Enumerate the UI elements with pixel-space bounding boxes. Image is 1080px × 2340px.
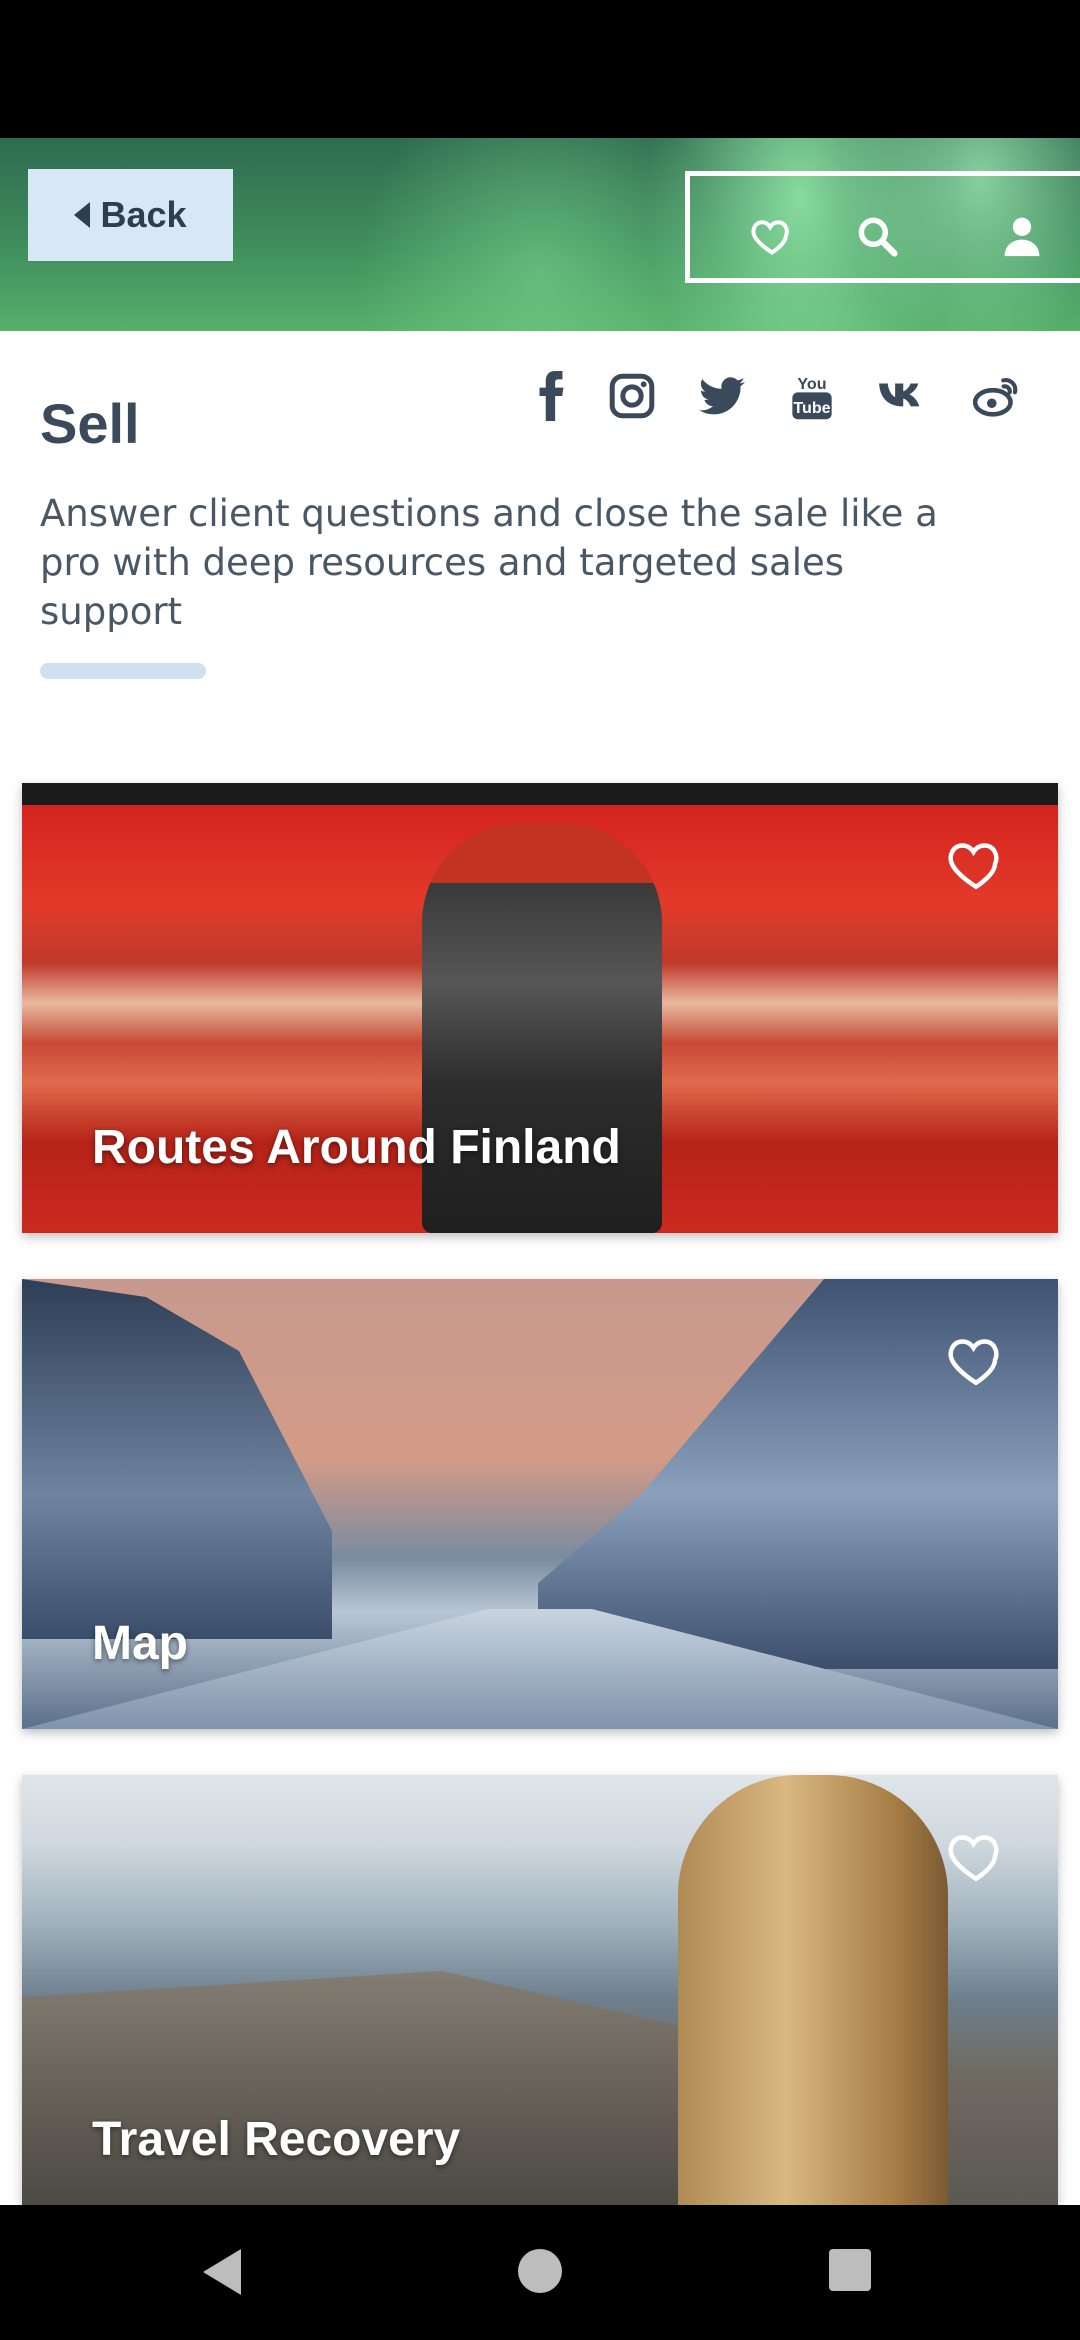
system-navigation-bar xyxy=(0,2205,1080,2340)
heart-icon[interactable] xyxy=(750,214,794,258)
nav-back-icon[interactable] xyxy=(203,2249,241,2295)
intro-section: Sell You Tube Answer client questions and… xyxy=(0,331,1080,751)
card-title: Routes Around Finland xyxy=(92,1121,621,1174)
search-icon[interactable] xyxy=(855,214,899,258)
card-title: Travel Recovery xyxy=(92,2113,461,2166)
card-image-forest-left xyxy=(22,1279,332,1639)
instagram-icon[interactable] xyxy=(607,371,657,421)
back-button[interactable]: Back xyxy=(28,169,233,261)
facebook-icon[interactable] xyxy=(527,371,577,421)
card-title: Map xyxy=(92,1617,188,1670)
header-banner: Back xyxy=(0,138,1080,331)
svg-text:Tube: Tube xyxy=(793,399,830,417)
heart-icon[interactable] xyxy=(946,1331,1006,1387)
page-title: Sell xyxy=(40,392,140,455)
card-travel-recovery[interactable]: Travel Recovery xyxy=(22,1775,1058,2205)
youtube-icon[interactable]: You Tube xyxy=(787,371,837,421)
nav-recents-icon[interactable] xyxy=(829,2249,871,2291)
card-image-person xyxy=(678,1775,948,2205)
card-map[interactable]: Map xyxy=(22,1279,1058,1729)
card-routes-around-finland[interactable]: Routes Around Finland xyxy=(22,783,1058,1233)
header-actions xyxy=(685,171,1080,283)
twitter-icon[interactable] xyxy=(697,371,747,421)
user-icon[interactable] xyxy=(1000,214,1044,258)
weibo-icon[interactable] xyxy=(972,371,1022,421)
heart-icon[interactable] xyxy=(946,835,1006,891)
accent-divider xyxy=(40,663,206,679)
back-button-label: Back xyxy=(100,194,187,235)
heart-icon[interactable] xyxy=(946,1827,1006,1883)
caret-left-icon xyxy=(74,202,91,228)
status-bar xyxy=(0,0,1080,138)
svg-text:You: You xyxy=(797,375,826,393)
page-description: Answer client questions and close the sa… xyxy=(40,492,938,633)
vk-icon[interactable] xyxy=(877,371,927,421)
nav-home-icon[interactable] xyxy=(518,2249,562,2293)
